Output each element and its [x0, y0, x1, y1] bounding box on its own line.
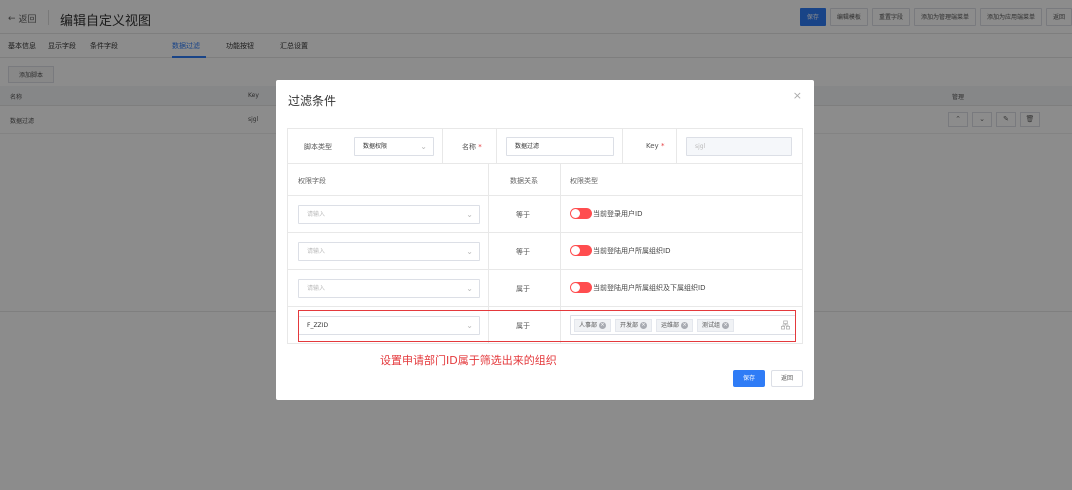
highlight-box	[298, 310, 796, 342]
close-icon[interactable]: ×	[793, 89, 802, 102]
chevron-down-icon: ⌄	[420, 142, 427, 151]
permission-toggle[interactable]	[570, 245, 592, 256]
data-relation: 属于	[516, 285, 530, 293]
script-type-label: 脚本类型	[304, 143, 332, 151]
permission-type-label: 当前登陆用户所属组织及下属组织ID	[593, 283, 706, 292]
script-type-select[interactable]: 数据权限 ⌄	[354, 137, 434, 156]
name-label: 名称 *	[462, 143, 482, 151]
key-label: Key *	[646, 142, 665, 150]
name-input-value: 数据过滤	[515, 143, 540, 150]
permission-row: 请输入 ⌄ 等于 当前登录用户ID	[288, 196, 802, 233]
permission-type-label: 当前登录用户ID	[593, 209, 643, 218]
placeholder-text: 请输入	[307, 285, 326, 292]
permission-type-label: 当前登陆用户所属组织ID	[593, 246, 671, 255]
data-relation: 等于	[516, 211, 530, 219]
permission-field-select[interactable]: 请输入 ⌄	[298, 205, 480, 224]
key-input-value: sjgl	[695, 143, 706, 150]
form: 脚本类型 数据权限 ⌄ 名称 * 数据过滤 Key * sjgl 权限字段 数据…	[287, 128, 803, 428]
permission-type: 当前登陆用户所属组织ID	[570, 245, 670, 256]
key-input: sjgl	[686, 137, 792, 156]
permission-row: 请输入 ⌄ 属于 当前登陆用户所属组织及下属组织ID	[288, 270, 802, 307]
permission-row: 请输入 ⌄ 等于 当前登陆用户所属组织ID	[288, 233, 802, 270]
permission-type: 当前登陆用户所属组织及下属组织ID	[570, 282, 705, 293]
permission-toggle[interactable]	[570, 282, 592, 293]
divider	[622, 129, 623, 163]
permission-table-header: 权限字段 数据关系 权限类型	[288, 164, 802, 196]
divider	[496, 129, 497, 163]
permission-field-select[interactable]: 请输入 ⌄	[298, 242, 480, 261]
chevron-down-icon: ⌄	[466, 210, 473, 219]
chevron-down-icon: ⌄	[466, 247, 473, 256]
annotation-text: 设置申请部门ID属于筛选出来的组织	[380, 354, 557, 367]
data-relation: 等于	[516, 248, 530, 256]
placeholder-text: 请输入	[307, 248, 326, 255]
dialog-title: 过滤条件	[288, 94, 337, 108]
divider	[676, 129, 677, 163]
header-data-relation: 数据关系	[510, 177, 538, 185]
header-permission-field: 权限字段	[298, 177, 326, 185]
divider	[442, 129, 443, 163]
dialog-save-button[interactable]: 保存	[733, 370, 765, 387]
form-basic-row: 脚本类型 数据权限 ⌄ 名称 * 数据过滤 Key * sjgl	[287, 128, 803, 164]
placeholder-text: 请输入	[307, 211, 326, 218]
permission-field-select[interactable]: 请输入 ⌄	[298, 279, 480, 298]
permission-type: 当前登录用户ID	[570, 208, 642, 219]
chevron-down-icon: ⌄	[466, 284, 473, 293]
script-type-value: 数据权限	[363, 143, 388, 150]
header-permission-type: 权限类型	[570, 177, 598, 185]
dialog-back-button[interactable]: 返回	[771, 370, 803, 387]
name-input[interactable]: 数据过滤	[506, 137, 614, 156]
permission-toggle[interactable]	[570, 208, 592, 219]
